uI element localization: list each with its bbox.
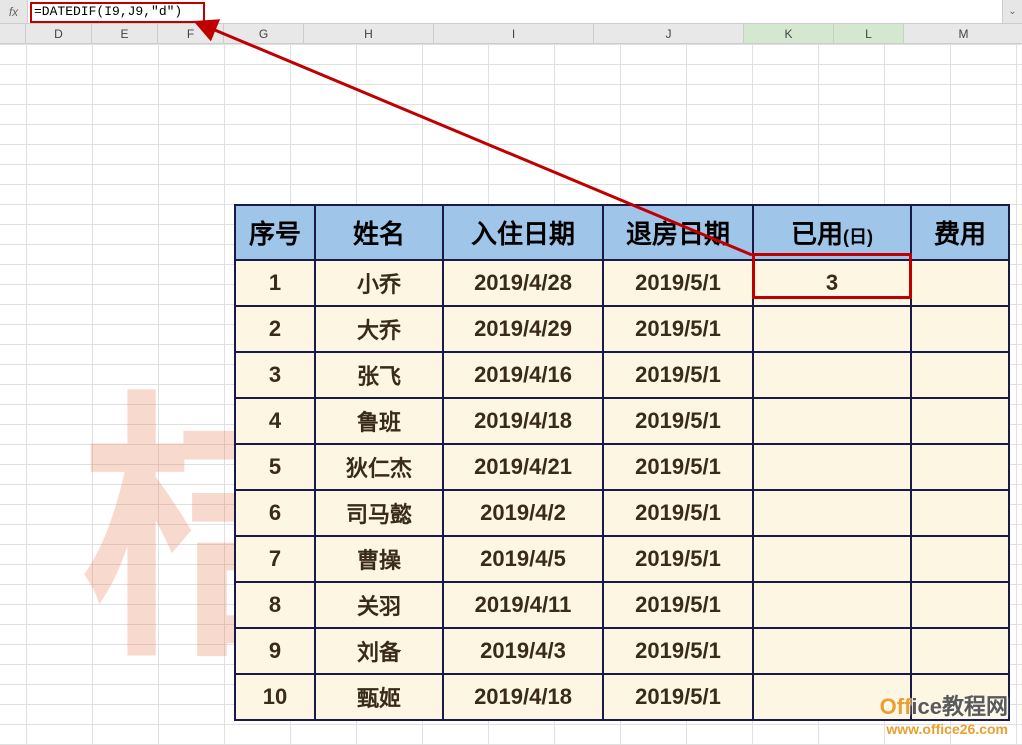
- header-seq[interactable]: 序号: [235, 205, 315, 260]
- cell-seq[interactable]: 3: [235, 352, 315, 398]
- cell-checkout[interactable]: 2019/5/1: [603, 260, 753, 306]
- cell-seq[interactable]: 9: [235, 628, 315, 674]
- table-row: 7 曹操 2019/4/5 2019/5/1: [235, 536, 1009, 582]
- table-row: 3 张飞 2019/4/16 2019/5/1: [235, 352, 1009, 398]
- cell-name[interactable]: 司马懿: [315, 490, 443, 536]
- table-row: 4 鲁班 2019/4/18 2019/5/1: [235, 398, 1009, 444]
- cell-checkout[interactable]: 2019/5/1: [603, 306, 753, 352]
- col-header-J[interactable]: J: [594, 24, 744, 43]
- data-table: 序号 姓名 入住日期 退房日期 已用(日) 费用 1 小乔 2019/4/28 …: [234, 204, 1010, 721]
- cell-used[interactable]: [753, 582, 911, 628]
- cell-name[interactable]: 甄姬: [315, 674, 443, 720]
- cell-used[interactable]: [753, 490, 911, 536]
- formula-expand-button[interactable]: ⌄: [1002, 0, 1022, 23]
- col-header-E[interactable]: E: [92, 24, 158, 43]
- cell-seq[interactable]: 4: [235, 398, 315, 444]
- cell-checkin[interactable]: 2019/4/28: [443, 260, 603, 306]
- col-header-I[interactable]: I: [434, 24, 594, 43]
- cell-fee[interactable]: [911, 536, 1009, 582]
- cell-seq[interactable]: 6: [235, 490, 315, 536]
- cell-used[interactable]: [753, 398, 911, 444]
- header-name[interactable]: 姓名: [315, 205, 443, 260]
- col-header-G[interactable]: G: [224, 24, 304, 43]
- header-fee[interactable]: 费用: [911, 205, 1009, 260]
- cell-used[interactable]: [753, 536, 911, 582]
- cell-used[interactable]: [753, 306, 911, 352]
- footer-line1: Office教程网: [880, 689, 1008, 721]
- cell-name[interactable]: 大乔: [315, 306, 443, 352]
- table-row: 5 狄仁杰 2019/4/21 2019/5/1: [235, 444, 1009, 490]
- formula-input[interactable]: [28, 0, 1002, 23]
- cell-used[interactable]: 3: [753, 260, 911, 306]
- header-checkout[interactable]: 退房日期: [603, 205, 753, 260]
- cell-used[interactable]: [753, 444, 911, 490]
- table-row: 9 刘备 2019/4/3 2019/5/1: [235, 628, 1009, 674]
- col-header-F[interactable]: F: [158, 24, 224, 43]
- cell-checkout[interactable]: 2019/5/1: [603, 444, 753, 490]
- cell-checkin[interactable]: 2019/4/16: [443, 352, 603, 398]
- cell-checkin[interactable]: 2019/4/29: [443, 306, 603, 352]
- cell-name[interactable]: 鲁班: [315, 398, 443, 444]
- cell-name[interactable]: 张飞: [315, 352, 443, 398]
- cell-checkout[interactable]: 2019/5/1: [603, 674, 753, 720]
- cell-fee[interactable]: [911, 582, 1009, 628]
- col-header-K[interactable]: K: [744, 24, 834, 43]
- cell-checkin[interactable]: 2019/4/11: [443, 582, 603, 628]
- cell-checkin[interactable]: 2019/4/5: [443, 536, 603, 582]
- fx-label[interactable]: fx: [0, 0, 28, 23]
- cell-seq[interactable]: 10: [235, 674, 315, 720]
- cell-name[interactable]: 狄仁杰: [315, 444, 443, 490]
- cell-name[interactable]: 关羽: [315, 582, 443, 628]
- header-checkin[interactable]: 入住日期: [443, 205, 603, 260]
- cell-checkout[interactable]: 2019/5/1: [603, 490, 753, 536]
- col-header-L[interactable]: L: [834, 24, 904, 43]
- cell-checkin[interactable]: 2019/4/21: [443, 444, 603, 490]
- cell-fee[interactable]: [911, 352, 1009, 398]
- table-row: 6 司马懿 2019/4/2 2019/5/1: [235, 490, 1009, 536]
- cell-used[interactable]: [753, 628, 911, 674]
- cell-checkout[interactable]: 2019/5/1: [603, 398, 753, 444]
- cell-fee[interactable]: [911, 260, 1009, 306]
- cell-seq[interactable]: 8: [235, 582, 315, 628]
- table-row: 1 小乔 2019/4/28 2019/5/1 3: [235, 260, 1009, 306]
- cell-name[interactable]: 刘备: [315, 628, 443, 674]
- cell-checkout[interactable]: 2019/5/1: [603, 352, 753, 398]
- col-header-spacer: [0, 24, 26, 43]
- table-header-row: 序号 姓名 入住日期 退房日期 已用(日) 费用: [235, 205, 1009, 260]
- cell-checkin[interactable]: 2019/4/18: [443, 398, 603, 444]
- cell-checkin[interactable]: 2019/4/18: [443, 674, 603, 720]
- cell-checkout[interactable]: 2019/5/1: [603, 536, 753, 582]
- spreadsheet-grid[interactable]: 桔 序号 姓名 入住日期 退房日期 已用(日) 费用 1 小乔 2019/4/2…: [0, 44, 1022, 745]
- formula-bar: fx ⌄: [0, 0, 1022, 24]
- cell-seq[interactable]: 2: [235, 306, 315, 352]
- cell-seq[interactable]: 1: [235, 260, 315, 306]
- header-used[interactable]: 已用(日): [753, 205, 911, 260]
- cell-used[interactable]: [753, 352, 911, 398]
- cell-fee[interactable]: [911, 628, 1009, 674]
- column-headers: D E F G H I J K L M: [0, 24, 1022, 44]
- cell-fee[interactable]: [911, 398, 1009, 444]
- cell-seq[interactable]: 5: [235, 444, 315, 490]
- cell-name[interactable]: 小乔: [315, 260, 443, 306]
- table-row: 8 关羽 2019/4/11 2019/5/1: [235, 582, 1009, 628]
- cell-fee[interactable]: [911, 444, 1009, 490]
- table-body: 1 小乔 2019/4/28 2019/5/1 3 2 大乔 2019/4/29…: [235, 260, 1009, 720]
- cell-checkout[interactable]: 2019/5/1: [603, 582, 753, 628]
- cell-checkin[interactable]: 2019/4/3: [443, 628, 603, 674]
- footer-line2: www.office26.com: [880, 721, 1008, 737]
- cell-checkin[interactable]: 2019/4/2: [443, 490, 603, 536]
- col-header-M[interactable]: M: [904, 24, 1022, 43]
- cell-fee[interactable]: [911, 490, 1009, 536]
- cell-fee[interactable]: [911, 306, 1009, 352]
- footer-logo: Office教程网 www.office26.com: [880, 689, 1008, 737]
- cell-checkout[interactable]: 2019/5/1: [603, 628, 753, 674]
- col-header-D[interactable]: D: [26, 24, 92, 43]
- cell-name[interactable]: 曹操: [315, 536, 443, 582]
- col-header-H[interactable]: H: [304, 24, 434, 43]
- table-row: 2 大乔 2019/4/29 2019/5/1: [235, 306, 1009, 352]
- cell-seq[interactable]: 7: [235, 536, 315, 582]
